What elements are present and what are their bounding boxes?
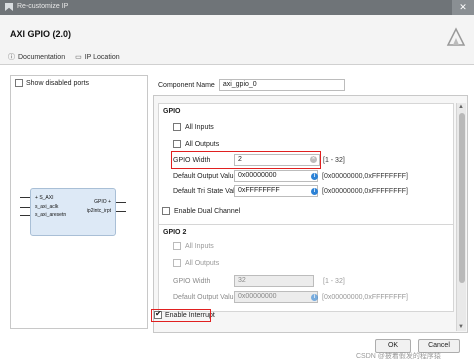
vivado-logo-icon bbox=[5, 3, 13, 11]
all-outputs-label: All Outputs bbox=[185, 259, 220, 267]
port-label: s_axi_aclk bbox=[35, 204, 59, 210]
vertical-scrollbar[interactable]: ▲ ▼ bbox=[456, 103, 466, 331]
default-output-input[interactable]: 0x00000000 bbox=[234, 170, 318, 182]
all-outputs-checkbox[interactable] bbox=[173, 259, 181, 267]
gpio-group-title: GPIO bbox=[163, 108, 181, 115]
port-label: GPIO + bbox=[94, 199, 111, 205]
window-title: Re-customize IP bbox=[17, 3, 69, 10]
highlight-box bbox=[171, 151, 321, 169]
port-stub bbox=[116, 211, 126, 212]
all-inputs-checkbox[interactable] bbox=[173, 123, 181, 131]
port-stub bbox=[116, 202, 126, 203]
default-output-label: Default Output Value bbox=[173, 173, 238, 180]
gpio2-width-range: [1 - 32] bbox=[323, 278, 345, 285]
gpio2-group-title: GPIO 2 bbox=[163, 229, 187, 236]
close-button[interactable]: ✕ bbox=[452, 0, 474, 15]
gpio2-default-output-input[interactable]: 0x00000000 bbox=[234, 291, 318, 303]
info-icon[interactable]: i bbox=[311, 173, 318, 180]
all-inputs-label: All Inputs bbox=[185, 123, 214, 131]
gpio2-default-output-range: [0x00000000,0xFFFFFFFF] bbox=[322, 294, 408, 301]
documentation-link[interactable]: ⓘ Documentation bbox=[8, 52, 65, 62]
port-label: ip2intc_irpt bbox=[86, 208, 111, 214]
show-disabled-ports-label: Show disabled ports bbox=[26, 79, 90, 87]
header-links: ⓘ Documentation ▭ IP Location bbox=[8, 52, 120, 62]
all-inputs-label: All Inputs bbox=[185, 242, 214, 250]
ip-block-symbol: + S_AXI s_axi_aclk s_axi_aresetn GPIO + … bbox=[30, 188, 116, 236]
port-label: + S_AXI bbox=[35, 195, 54, 201]
gpio2-width-input[interactable]: 32 bbox=[234, 275, 314, 287]
enable-dual-channel[interactable]: Enable Dual Channel bbox=[162, 207, 240, 215]
component-name-input[interactable]: axi_gpio_0 bbox=[218, 79, 345, 91]
default-tristate-input[interactable]: 0xFFFFFFFF bbox=[234, 185, 318, 197]
info-icon: ⓘ bbox=[8, 54, 15, 61]
highlight-box bbox=[151, 309, 211, 322]
port-label: s_axi_aresetn bbox=[35, 212, 67, 218]
scroll-down-icon[interactable]: ▼ bbox=[458, 324, 464, 330]
gpio-all-inputs[interactable]: All Inputs bbox=[173, 123, 214, 131]
all-outputs-checkbox[interactable] bbox=[173, 140, 181, 148]
gpio2-default-output-label: Default Output Value bbox=[173, 294, 238, 301]
folder-icon: ▭ bbox=[75, 54, 82, 61]
ip-location-label: IP Location bbox=[84, 53, 120, 61]
show-disabled-ports[interactable]: Show disabled ports bbox=[15, 79, 89, 87]
all-outputs-label: All Outputs bbox=[185, 140, 220, 148]
scroll-up-icon[interactable]: ▲ bbox=[458, 104, 464, 110]
component-name-row: Component Name axi_gpio_0 bbox=[158, 79, 345, 91]
gpio-all-outputs[interactable]: All Outputs bbox=[173, 140, 219, 148]
watermark: CSDN @披着假发的程序猿 bbox=[356, 353, 441, 360]
dual-channel-label: Enable Dual Channel bbox=[174, 207, 241, 215]
gpio2-all-inputs[interactable]: All Inputs bbox=[173, 242, 214, 250]
default-output-range: [0x00000000,0xFFFFFFFF] bbox=[322, 173, 408, 180]
info-icon[interactable]: i bbox=[311, 294, 318, 301]
dual-channel-checkbox[interactable] bbox=[162, 207, 170, 215]
show-disabled-ports-checkbox[interactable] bbox=[15, 79, 23, 87]
ip-name: AXI GPIO (2.0) bbox=[10, 29, 72, 39]
documentation-label: Documentation bbox=[18, 53, 66, 61]
default-tristate-range: [0x00000000,0xFFFFFFFF] bbox=[322, 188, 408, 195]
gpio2-width-label: GPIO Width bbox=[173, 278, 211, 285]
gpio-width-range: [1 - 32] bbox=[323, 157, 345, 164]
ip-location-link[interactable]: ▭ IP Location bbox=[75, 52, 120, 62]
ip-header: AXI GPIO (2.0) ⓘ Documentation ▭ IP Loca… bbox=[0, 15, 474, 65]
scrollbar-thumb[interactable] bbox=[459, 113, 465, 283]
xilinx-logo-icon bbox=[446, 27, 466, 46]
default-tristate-label: Default Tri State Value bbox=[173, 188, 243, 195]
all-inputs-checkbox[interactable] bbox=[173, 242, 181, 250]
component-name-label: Component Name bbox=[158, 81, 215, 89]
gpio2-all-outputs[interactable]: All Outputs bbox=[173, 259, 219, 267]
title-bar: Re-customize IP ✕ bbox=[0, 0, 474, 15]
info-icon[interactable]: i bbox=[311, 188, 318, 195]
